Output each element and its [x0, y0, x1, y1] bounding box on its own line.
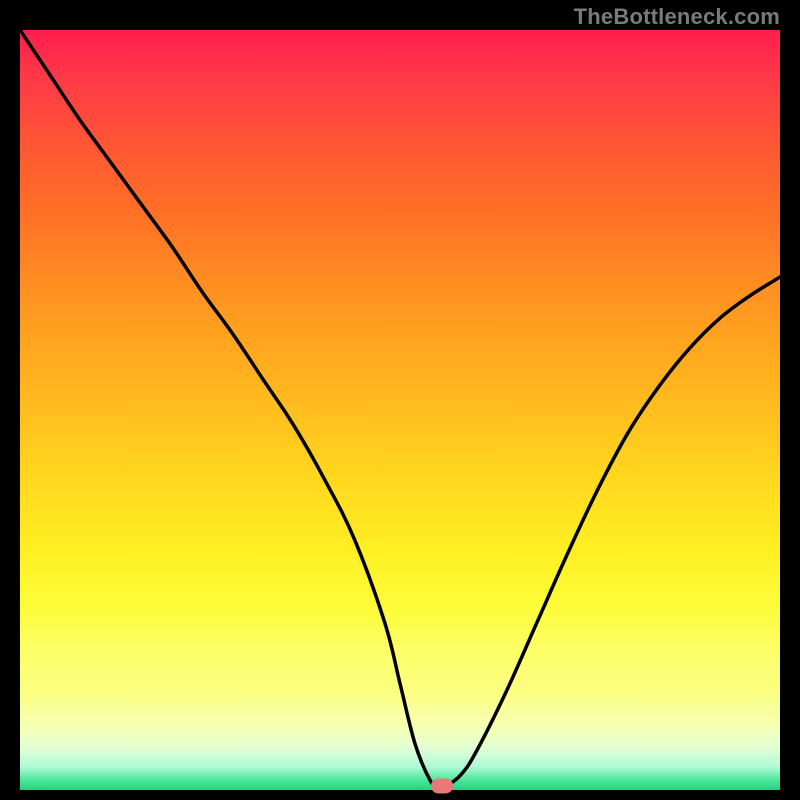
chart-frame: TheBottleneck.com [0, 0, 800, 800]
attribution-text: TheBottleneck.com [574, 4, 780, 30]
optimal-point-marker [431, 779, 453, 794]
plot-area [20, 30, 780, 790]
bottleneck-curve [20, 30, 780, 790]
